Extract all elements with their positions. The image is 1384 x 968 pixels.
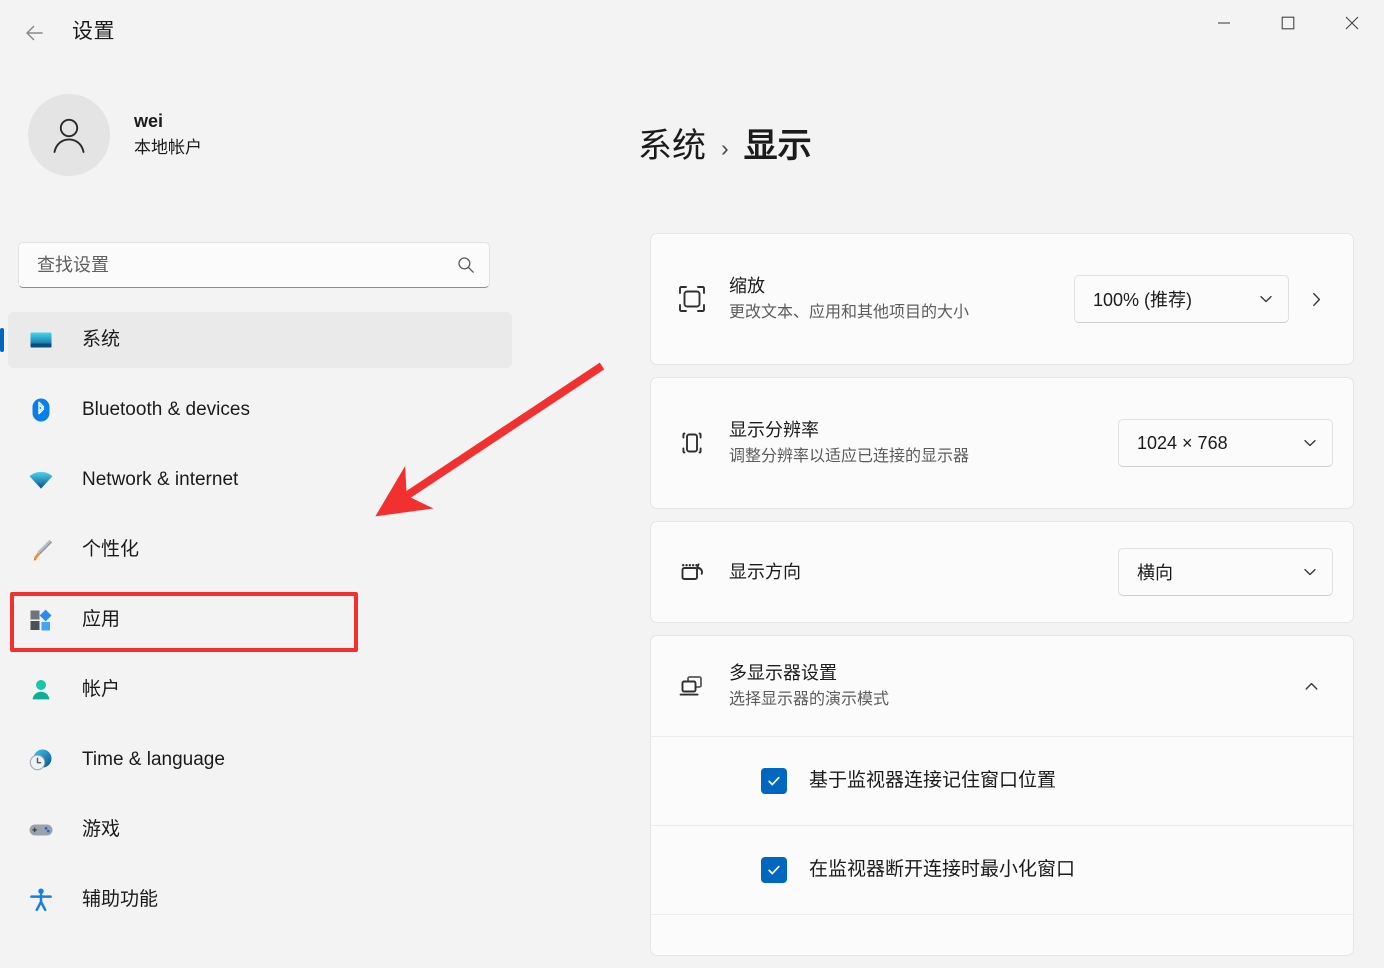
- accessibility-icon: [26, 885, 56, 915]
- checkbox-label: 在监视器断开连接时最小化窗口: [809, 857, 1075, 883]
- scaling-row[interactable]: 缩放 更改文本、应用和其他项目的大小 100% (推荐): [651, 234, 1353, 364]
- orientation-dropdown-value: 横向: [1137, 559, 1173, 585]
- card-scaling: 缩放 更改文本、应用和其他项目的大小 100% (推荐): [650, 233, 1354, 365]
- window-title: 设置: [72, 18, 115, 46]
- card-orientation: 显示方向 横向: [650, 521, 1354, 623]
- scaling-expand-chevron-right-icon[interactable]: [1299, 291, 1333, 308]
- chevron-down-icon: [1258, 291, 1274, 307]
- multi-monitor-header-row[interactable]: 多显示器设置 选择显示器的演示模式: [651, 636, 1353, 736]
- apps-icon: [26, 605, 56, 635]
- main-content: 系统 › 显示: [620, 62, 1384, 968]
- avatar: [28, 94, 110, 176]
- wifi-icon: [26, 465, 56, 495]
- multi-monitor-option-minimize-on-disconnect[interactable]: 在监视器断开连接时最小化窗口: [651, 826, 1353, 914]
- sidebar-item-system[interactable]: 系统: [8, 312, 512, 368]
- search-input[interactable]: [19, 243, 443, 287]
- gamepad-icon: [26, 815, 56, 845]
- sidebar-item-label: Bluetooth & devices: [82, 397, 250, 423]
- window-controls: [1192, 0, 1384, 46]
- orientation-dropdown[interactable]: 横向: [1118, 548, 1333, 596]
- resolution-title: 显示分辨率: [729, 417, 1104, 443]
- breadcrumb-current: 显示: [744, 124, 812, 168]
- sidebar-item-bluetooth-devices[interactable]: Bluetooth & devices: [8, 382, 512, 438]
- multi-monitor-title: 多显示器设置: [729, 660, 1275, 686]
- breadcrumb: 系统 › 显示: [638, 124, 812, 168]
- resolution-row[interactable]: 显示分辨率 调整分辨率以适应已连接的显示器 1024 × 768: [651, 378, 1353, 508]
- multi-monitor-option-partial[interactable]: [651, 915, 1353, 955]
- account-name: wei: [134, 109, 202, 133]
- resolution-dropdown[interactable]: 1024 × 768: [1118, 419, 1333, 467]
- card-resolution: 显示分辨率 调整分辨率以适应已连接的显示器 1024 × 768: [650, 377, 1354, 509]
- sidebar-item-time-language[interactable]: Time & language: [8, 732, 512, 788]
- multi-monitor-option-remember-positions[interactable]: 基于监视器连接记住窗口位置: [651, 737, 1353, 825]
- chevron-up-icon[interactable]: [1289, 678, 1333, 695]
- scaling-texts: 缩放 更改文本、应用和其他项目的大小: [729, 273, 1074, 325]
- search-box[interactable]: [18, 242, 490, 288]
- resolution-dropdown-value: 1024 × 768: [1137, 433, 1228, 454]
- sidebar-item-accessibility[interactable]: 辅助功能: [8, 872, 512, 928]
- multi-monitor-texts: 多显示器设置 选择显示器的演示模式: [729, 660, 1289, 712]
- card-multi-monitor: 多显示器设置 选择显示器的演示模式: [650, 635, 1354, 956]
- multi-monitor-subtitle: 选择显示器的演示模式: [729, 687, 1275, 712]
- scaling-title: 缩放: [729, 273, 1060, 299]
- search-icon: [443, 255, 489, 275]
- sidebar-item-label: 游戏: [82, 817, 120, 843]
- account-block[interactable]: wei 本地帐户: [28, 94, 202, 176]
- sidebar-item-label: Time & language: [82, 747, 225, 773]
- chevron-down-icon: [1302, 564, 1318, 580]
- checkbox-checked[interactable]: [761, 857, 787, 883]
- sidebar-item-label: 辅助功能: [82, 887, 158, 913]
- sidebar-item-accounts[interactable]: 帐户: [8, 662, 512, 718]
- maximize-button[interactable]: [1256, 0, 1320, 46]
- scaling-dropdown[interactable]: 100% (推荐): [1074, 275, 1289, 323]
- titlebar: 设置: [0, 0, 1384, 62]
- orientation-title: 显示方向: [729, 559, 1104, 585]
- resolution-subtitle: 调整分辨率以适应已连接的显示器: [729, 444, 1039, 469]
- chevron-down-icon: [1302, 435, 1318, 451]
- minimize-button[interactable]: [1192, 0, 1256, 46]
- orientation-row[interactable]: 显示方向 横向: [651, 522, 1353, 622]
- sidebar-item-network-internet[interactable]: Network & internet: [8, 452, 512, 508]
- clock-globe-icon: [26, 745, 56, 775]
- resolution-texts: 显示分辨率 调整分辨率以适应已连接的显示器: [729, 417, 1118, 469]
- sidebar-item-label: 个性化: [82, 537, 139, 563]
- sidebar-item-label: Network & internet: [82, 467, 238, 493]
- sidebar-nav-list: 系统 Bluetooth & devices: [0, 312, 620, 942]
- back-button[interactable]: [14, 14, 54, 52]
- settings-window: 设置: [0, 0, 1384, 968]
- scale-icon: [675, 282, 729, 316]
- sidebar-item-label: 应用: [82, 607, 120, 633]
- resolution-icon: [675, 426, 729, 460]
- account-type: 本地帐户: [134, 135, 202, 161]
- sidebar: wei 本地帐户: [0, 62, 620, 968]
- sidebar-item-personalization[interactable]: 个性化: [8, 522, 512, 578]
- multi-monitor-icon: [675, 669, 729, 703]
- scaling-dropdown-value: 100% (推荐): [1093, 286, 1192, 312]
- checkbox-checked[interactable]: [761, 768, 787, 794]
- settings-cards: 缩放 更改文本、应用和其他项目的大小 100% (推荐): [650, 233, 1354, 968]
- checkbox-label: 基于监视器连接记住窗口位置: [809, 768, 1056, 794]
- breadcrumb-separator: ›: [721, 126, 729, 170]
- sidebar-item-gaming[interactable]: 游戏: [8, 802, 512, 858]
- close-button[interactable]: [1320, 0, 1384, 46]
- person-icon: [26, 675, 56, 705]
- bluetooth-icon: [26, 395, 56, 425]
- system-monitor-icon: [26, 325, 56, 355]
- scaling-subtitle: 更改文本、应用和其他项目的大小: [729, 300, 1029, 325]
- sidebar-item-label: 帐户: [82, 677, 120, 703]
- breadcrumb-root[interactable]: 系统: [638, 124, 706, 168]
- orientation-texts: 显示方向: [729, 559, 1118, 585]
- paintbrush-icon: [26, 535, 56, 565]
- sidebar-item-label: 系统: [82, 327, 120, 353]
- sidebar-item-apps[interactable]: 应用: [8, 592, 512, 648]
- orientation-icon: [675, 555, 729, 589]
